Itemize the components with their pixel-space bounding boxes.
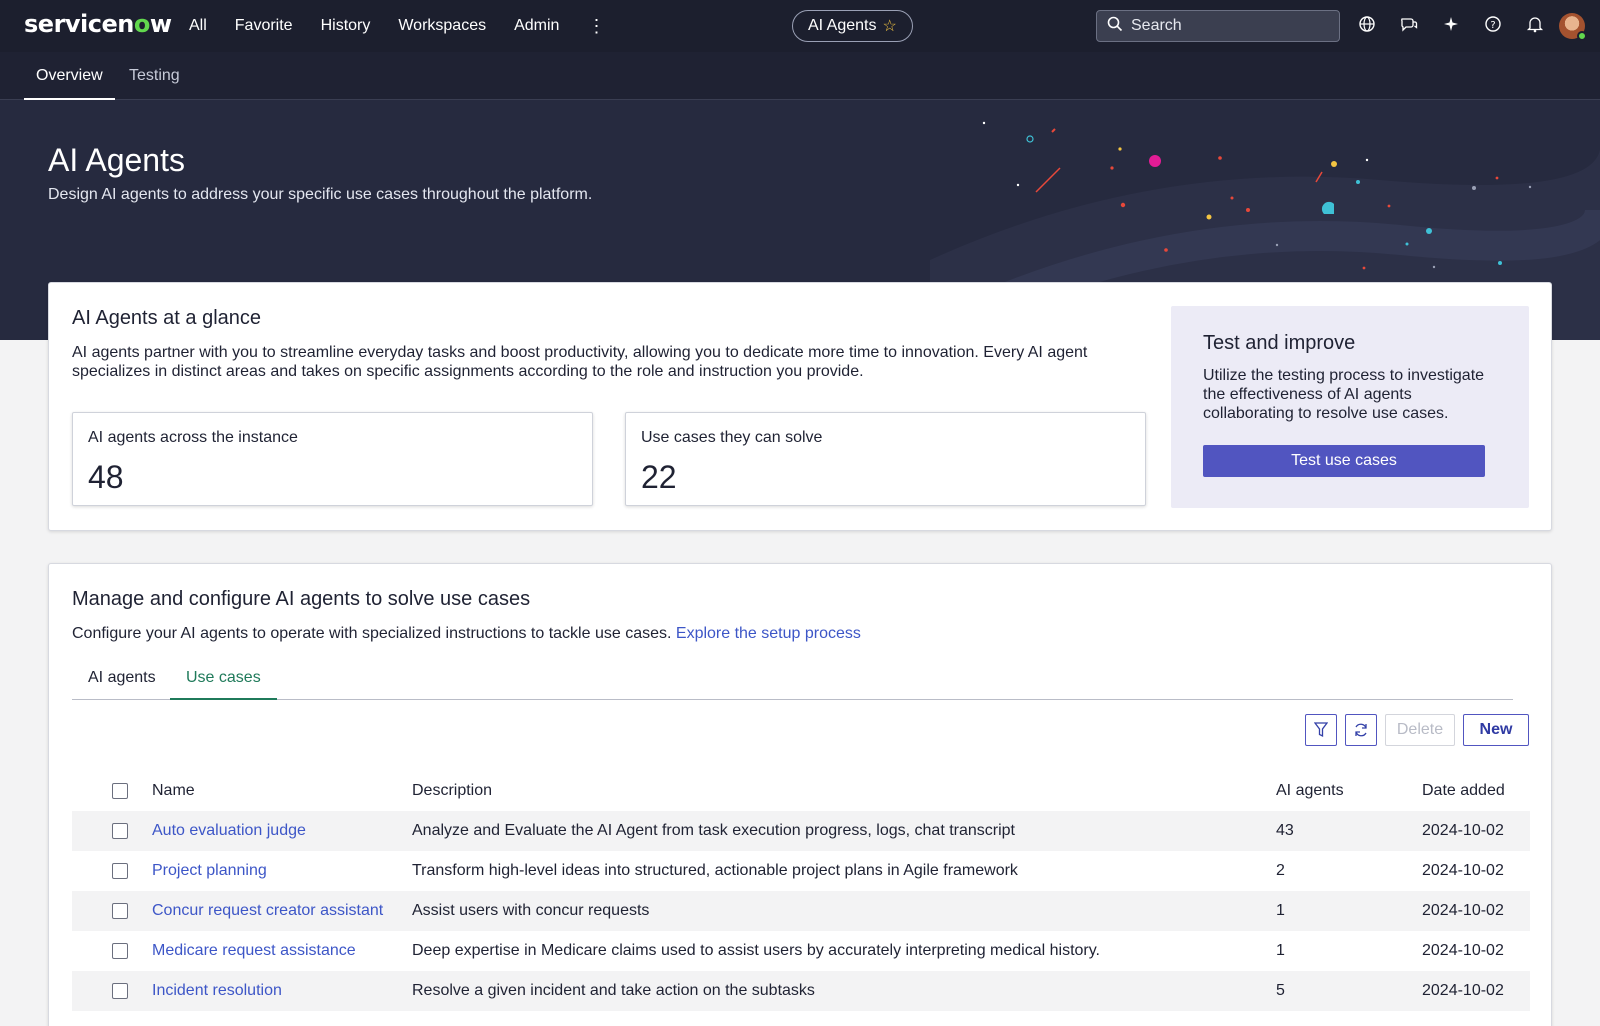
use-case-agent-count: 5 (1276, 971, 1422, 1011)
sub-navigation: Overview Testing (0, 52, 1600, 100)
use-case-description: Transform high-level ideas into structur… (412, 862, 1018, 879)
manage-title: Manage and configure AI agents to solve … (72, 588, 531, 610)
search-icon (1107, 16, 1123, 37)
column-date-added[interactable]: Date added (1422, 771, 1530, 811)
nav-history[interactable]: History (321, 17, 371, 35)
stat-usecases-label: Use cases they can solve (641, 429, 823, 446)
use-case-agent-count: 1 (1276, 942, 1285, 959)
manage-tabs: AI agents Use cases (72, 660, 1513, 700)
chat-icon[interactable] (1397, 12, 1421, 36)
manage-card: Manage and configure AI agents to solve … (48, 563, 1552, 1026)
row-checkbox[interactable] (112, 982, 128, 999)
tab-overview[interactable]: Overview (24, 52, 115, 100)
use-case-name-link[interactable]: Incident resolution (152, 982, 282, 999)
table-header-row: Name Description AI agents Date added (72, 771, 1530, 811)
glance-title: AI Agents at a glance (72, 307, 262, 329)
context-pill[interactable]: AI Agents ☆ (792, 10, 913, 42)
column-name[interactable]: Name (152, 771, 412, 811)
use-case-agent-count: 1 (1276, 891, 1422, 931)
page-title: AI Agents (48, 142, 185, 178)
table-row: Medicare request assistance Deep experti… (72, 931, 1530, 971)
table-row: Auto evaluation judge Analyze and Evalua… (72, 811, 1530, 851)
tab-ai-agents[interactable]: AI agents (72, 660, 172, 700)
tab-testing[interactable]: Testing (129, 52, 180, 100)
global-search[interactable] (1096, 10, 1340, 42)
use-case-description: Resolve a given incident and take action… (412, 971, 1276, 1011)
refresh-icon[interactable] (1345, 714, 1377, 746)
nav-favorite[interactable]: Favorite (235, 17, 293, 35)
use-case-date: 2024-10-02 (1422, 811, 1530, 851)
use-case-name-link[interactable]: Project planning (152, 862, 267, 879)
use-case-date: 2024-10-02 (1422, 971, 1530, 1011)
use-case-agent-count: 43 (1276, 811, 1422, 851)
stat-usecases-value: 22 (641, 459, 677, 495)
select-all-checkbox[interactable] (112, 782, 128, 799)
use-case-description: Analyze and Evaluate the AI Agent from t… (412, 811, 1276, 851)
table-row: Incident resolution Resolve a given inci… (72, 971, 1530, 1011)
bell-icon[interactable] (1523, 12, 1547, 36)
servicenow-logo[interactable]: servicenow (24, 10, 172, 38)
table-toolbar: Delete New (1305, 714, 1529, 746)
tab-use-cases[interactable]: Use cases (170, 660, 277, 700)
stat-agents-label: AI agents across the instance (88, 429, 298, 446)
help-icon[interactable]: ? (1481, 12, 1505, 36)
use-case-description: Deep expertise in Medicare claims used t… (412, 942, 1100, 959)
glance-description: AI agents partner with you to streamline… (72, 344, 1088, 380)
test-use-cases-button[interactable]: Test use cases (1203, 445, 1485, 477)
more-menu-icon[interactable]: ⋮ (587, 16, 605, 37)
test-improve-title: Test and improve (1203, 332, 1356, 354)
delete-button[interactable]: Delete (1385, 714, 1455, 746)
row-checkbox[interactable] (112, 942, 128, 959)
row-checkbox[interactable] (112, 862, 128, 879)
use-case-agent-count: 2 (1276, 862, 1285, 879)
filter-icon[interactable] (1305, 714, 1337, 746)
manage-description: Configure your AI agents to operate with… (72, 625, 861, 642)
test-improve-text: Utilize the testing process to investiga… (1203, 367, 1485, 422)
table-row: Project planning Transform high-level id… (72, 851, 1530, 891)
star-icon[interactable]: ☆ (883, 16, 897, 36)
use-case-name-link[interactable]: Medicare request assistance (152, 942, 356, 959)
glance-card: AI Agents at a glance AI agents partner … (48, 282, 1552, 531)
select-all-cell (72, 771, 152, 811)
use-case-name-link[interactable]: Concur request creator assistant (152, 902, 383, 919)
stat-agents-value: 48 (88, 459, 124, 495)
use-case-date: 2024-10-02 (1422, 862, 1504, 879)
sparkle-icon[interactable] (1439, 12, 1463, 36)
row-checkbox[interactable] (112, 822, 128, 839)
test-improve-panel: Test and improve Utilize the testing pro… (1171, 306, 1529, 508)
column-description[interactable]: Description (412, 771, 1276, 811)
presence-status-dot (1577, 31, 1587, 41)
top-navigation-bar: servicenow All Favorite History Workspac… (0, 0, 1600, 52)
utility-icons: ? (1355, 12, 1547, 36)
explore-setup-link[interactable]: Explore the setup process (676, 625, 861, 642)
context-pill-label: AI Agents (808, 17, 877, 34)
globe-icon[interactable] (1355, 12, 1379, 36)
stat-agents-card: AI agents across the instance 48 (72, 412, 593, 506)
use-case-date: 2024-10-02 (1422, 942, 1504, 959)
table-row: Concur request creator assistant Assist … (72, 891, 1530, 931)
user-avatar[interactable] (1559, 13, 1587, 41)
use-case-description: Assist users with concur requests (412, 891, 1276, 931)
svg-text:?: ? (1490, 20, 1495, 31)
nav-workspaces[interactable]: Workspaces (398, 17, 486, 35)
row-checkbox[interactable] (112, 902, 128, 919)
nav-admin[interactable]: Admin (514, 17, 559, 35)
use-cases-table: Name Description AI agents Date added Au… (72, 771, 1530, 1011)
new-button[interactable]: New (1463, 714, 1529, 746)
page-subtitle: Design AI agents to address your specifi… (48, 186, 593, 203)
nav-all[interactable]: All (189, 17, 207, 35)
stat-usecases-card: Use cases they can solve 22 (625, 412, 1146, 506)
main-menu: All Favorite History Workspaces Admin ⋮ (189, 0, 605, 52)
column-ai-agents[interactable]: AI agents (1276, 771, 1422, 811)
use-case-date: 2024-10-02 (1422, 891, 1530, 931)
use-case-name-link[interactable]: Auto evaluation judge (152, 822, 306, 839)
search-input[interactable] (1131, 17, 1321, 35)
